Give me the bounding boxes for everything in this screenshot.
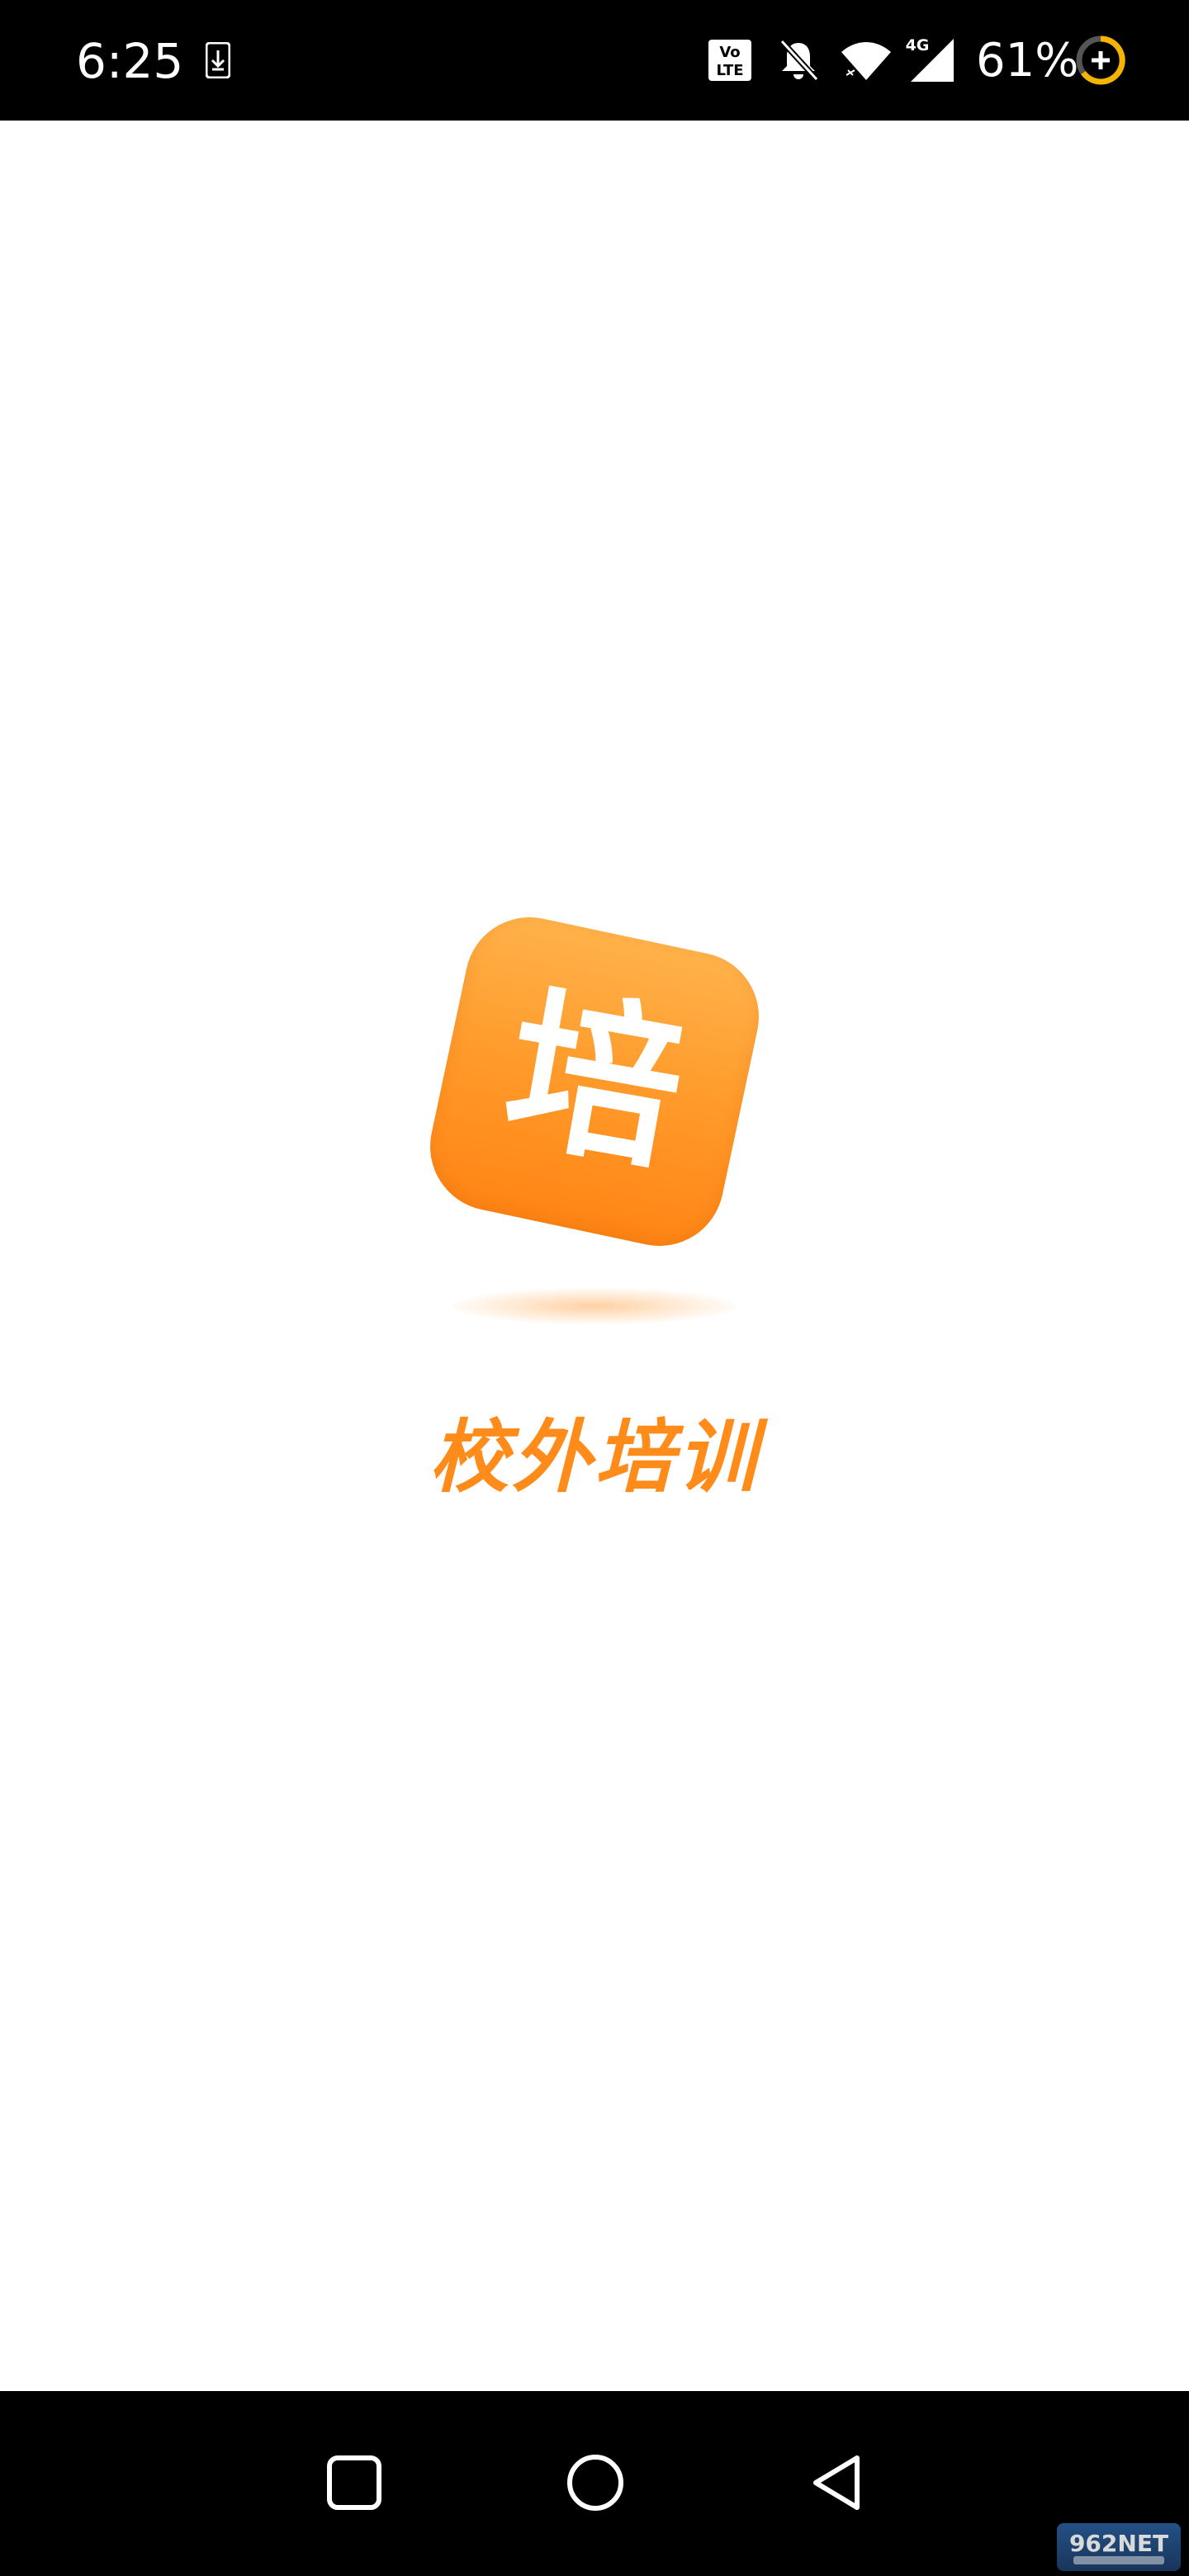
logo-shadow <box>452 1288 737 1324</box>
splash-screen: 6:25 Vo LTE 4G 61% 培 校外培训 962NET <box>0 0 1189 2576</box>
logo-tile: 培 <box>418 905 771 1258</box>
home-button[interactable] <box>550 2437 641 2528</box>
triangle-back-icon <box>813 2455 860 2510</box>
bell-muted-icon <box>775 31 822 89</box>
download-notification-icon <box>201 31 234 89</box>
svg-text:LTE: LTE <box>716 62 743 79</box>
recents-button[interactable] <box>309 2437 400 2528</box>
logo-character: 培 <box>491 966 698 1196</box>
square-icon <box>327 2455 381 2510</box>
status-bar: 6:25 Vo LTE 4G 61% <box>0 0 1189 121</box>
status-time: 6:25 <box>76 33 184 89</box>
app-name: 校外培训 <box>429 1411 760 1503</box>
volte-icon: Vo LTE <box>707 31 753 89</box>
battery-percent: 61% <box>976 34 1079 88</box>
network-type-label: 4G <box>906 36 930 54</box>
circle-icon <box>567 2455 623 2511</box>
watermark-brand: 962NET <box>1069 2530 1168 2557</box>
navigation-bar: 962NET <box>0 2391 1189 2576</box>
back-button[interactable] <box>793 2437 883 2528</box>
app-logo: 培 <box>418 905 771 1258</box>
battery-saver-icon <box>1073 31 1128 89</box>
svg-text:Vo: Vo <box>719 44 740 61</box>
cellular-4g-icon: 4G <box>903 31 958 89</box>
watermark-logo: 962NET <box>1057 2523 1181 2571</box>
wifi-icon <box>839 31 893 89</box>
